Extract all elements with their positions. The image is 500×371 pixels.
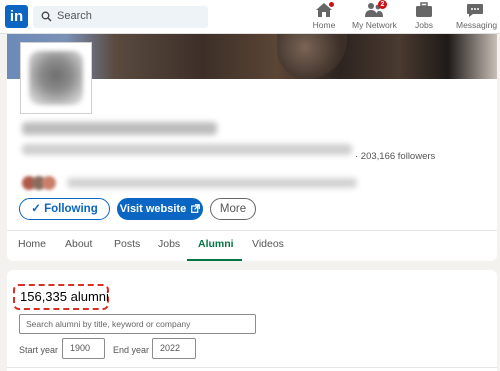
- organization-card: · 203,166 followers ✓ Following Visit we…: [7, 34, 497, 261]
- organization-logo[interactable]: [20, 42, 92, 114]
- alumni-search-input[interactable]: Search alumni by title, keyword or compa…: [19, 314, 256, 334]
- organization-tagline-redacted: [22, 144, 352, 155]
- connections-text-redacted: [67, 178, 357, 188]
- nav-jobs-label: Jobs: [415, 20, 433, 30]
- nav-messaging[interactable]: Messaging: [456, 2, 498, 34]
- linkedin-logo[interactable]: in: [5, 5, 28, 28]
- external-link-icon: [191, 204, 201, 213]
- organization-name-redacted: [22, 122, 217, 135]
- nav-jobs[interactable]: Jobs: [414, 2, 434, 34]
- tab-home[interactable]: Home: [18, 238, 46, 250]
- visit-website-label: Visit website: [119, 203, 187, 215]
- notification-dot: [328, 1, 335, 8]
- visit-website-button[interactable]: Visit website: [117, 198, 203, 220]
- divider: [7, 367, 497, 368]
- tab-videos[interactable]: Videos: [252, 238, 284, 250]
- following-button[interactable]: ✓ Following: [19, 198, 110, 220]
- nav-messaging-label: Messaging: [456, 20, 498, 30]
- tab-jobs[interactable]: Jobs: [158, 238, 180, 250]
- follower-count: · 203,166 followers: [355, 151, 436, 162]
- top-nav: in Search Home 2 My Network Jobs Messagi…: [0, 0, 500, 34]
- messaging-icon: [465, 2, 485, 18]
- alumni-card: 156,335 alumni Search alumni by title, k…: [7, 270, 497, 371]
- active-tab-indicator: [187, 259, 242, 261]
- logo-image: [29, 51, 83, 105]
- nav-my-network[interactable]: 2 My Network: [352, 0, 397, 34]
- connection-avatars: [22, 176, 62, 190]
- nav-my-network-label: My Network: [352, 20, 397, 30]
- banner-image: [277, 34, 347, 79]
- search-bar[interactable]: Search: [33, 6, 208, 28]
- start-year-input[interactable]: 1900: [62, 338, 105, 359]
- more-button[interactable]: More: [210, 198, 256, 220]
- tab-posts[interactable]: Posts: [114, 238, 140, 250]
- tab-alumni[interactable]: Alumni: [198, 238, 234, 250]
- start-year-label: Start year: [19, 345, 59, 355]
- end-year-input[interactable]: 2022: [152, 338, 196, 359]
- page-tabs: Home About Posts Jobs Alumni Videos: [7, 230, 497, 261]
- network-badge: 2: [378, 0, 387, 9]
- briefcase-icon: [414, 2, 434, 18]
- search-icon: [41, 11, 52, 22]
- search-placeholder: Search: [57, 10, 92, 22]
- nav-home-label: Home: [312, 20, 336, 30]
- tab-about[interactable]: About: [65, 238, 92, 250]
- end-year-label: End year: [113, 345, 150, 355]
- network-icon: 2: [364, 0, 387, 18]
- nav-home[interactable]: Home: [312, 1, 336, 34]
- home-icon: [314, 1, 335, 18]
- alumni-count: 156,335 alumni: [13, 284, 109, 310]
